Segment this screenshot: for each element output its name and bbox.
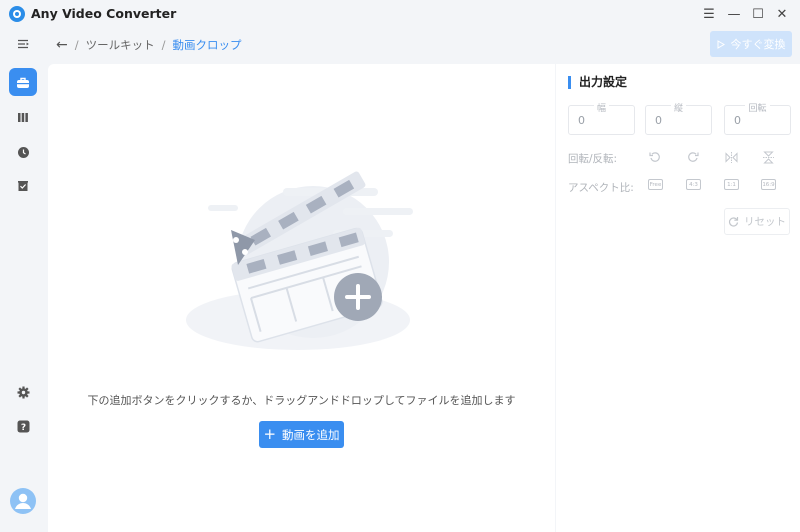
rotate-left-icon[interactable] — [646, 149, 664, 165]
width-label: 幅 — [593, 104, 609, 114]
toolbox-icon[interactable] — [9, 68, 37, 96]
user-avatar[interactable] — [9, 487, 37, 515]
aspect-16-9-option[interactable]: 16:9 — [761, 179, 776, 190]
breadcrumb-current: 動画クロップ — [172, 38, 242, 52]
rotate-right-icon[interactable] — [684, 149, 702, 165]
back-arrow-icon[interactable]: ← — [56, 37, 68, 53]
rotation-value: 0 — [734, 114, 741, 127]
rotate-flip-label: 回転/反転: — [568, 153, 618, 165]
library-icon[interactable] — [9, 103, 37, 131]
add-video-button[interactable]: + 動画を追加 — [259, 421, 344, 448]
plus-icon: + — [263, 425, 277, 443]
sidebar: ? — [0, 28, 46, 532]
help-icon[interactable]: ? — [9, 412, 37, 440]
settings-gear-icon[interactable] — [9, 378, 37, 406]
minimize-icon[interactable]: — — [724, 4, 744, 24]
app-title: Any Video Converter — [31, 6, 177, 21]
add-video-label: 動画を追加 — [282, 427, 340, 442]
convert-now-label: 今すぐ変換 — [730, 38, 786, 51]
aspect-1-1-option[interactable]: 1:1 — [724, 179, 739, 190]
drop-hint-text: 下の追加ボタンをクリックするか、ドラッグアンドドロップしてファイルを追加します — [87, 394, 516, 407]
title-bar: Any Video Converter ☰ — ☐ ✕ — [0, 0, 800, 28]
output-settings-panel: 出力設定 幅 0 縦 0 回転 0 回転/反転: アスペクト比: Free 4:… — [556, 64, 800, 532]
width-field[interactable]: 幅 0 — [568, 104, 635, 135]
rotation-label: 回転 — [745, 104, 770, 114]
height-value: 0 — [655, 114, 662, 127]
tasks-icon[interactable] — [9, 172, 37, 200]
breadcrumb-toolkit[interactable]: ツールキット — [86, 37, 155, 53]
menu-icon[interactable]: ☰ — [699, 4, 719, 24]
clapperboard-illustration-icon — [186, 171, 413, 350]
aspect-free-option[interactable]: Free — [648, 179, 663, 190]
maximize-icon[interactable]: ☐ — [748, 4, 768, 24]
aspect-ratio-label: アスペクト比: — [568, 182, 634, 194]
play-icon — [717, 39, 725, 49]
reset-button[interactable]: リセット — [724, 208, 790, 235]
height-label: 縦 — [670, 104, 686, 114]
height-field[interactable]: 縦 0 — [645, 104, 712, 135]
close-icon[interactable]: ✕ — [772, 4, 792, 24]
reset-icon — [729, 217, 739, 227]
collapse-sidebar-icon[interactable] — [9, 30, 37, 58]
aspect-4-3-option[interactable]: 4:3 — [686, 179, 701, 190]
reset-label: リセット — [744, 216, 786, 228]
breadcrumb-separator: / — [74, 38, 79, 52]
output-settings-title: 出力設定 — [568, 76, 627, 89]
breadcrumb: ← / ツールキット / 動画クロップ — [56, 36, 241, 54]
flip-vertical-icon[interactable] — [759, 149, 777, 165]
width-value: 0 — [578, 114, 585, 127]
svg-text:?: ? — [20, 423, 25, 433]
convert-now-button[interactable]: 今すぐ変換 — [710, 31, 792, 57]
app-logo-icon — [9, 6, 25, 22]
breadcrumb-separator: / — [161, 38, 166, 52]
rotation-field[interactable]: 回転 0 — [724, 104, 791, 135]
history-icon[interactable] — [9, 138, 37, 166]
drop-zone-panel[interactable]: 下の追加ボタンをクリックするか、ドラッグアンドドロップしてファイルを追加します … — [48, 64, 555, 532]
flip-horizontal-icon[interactable] — [722, 149, 740, 165]
